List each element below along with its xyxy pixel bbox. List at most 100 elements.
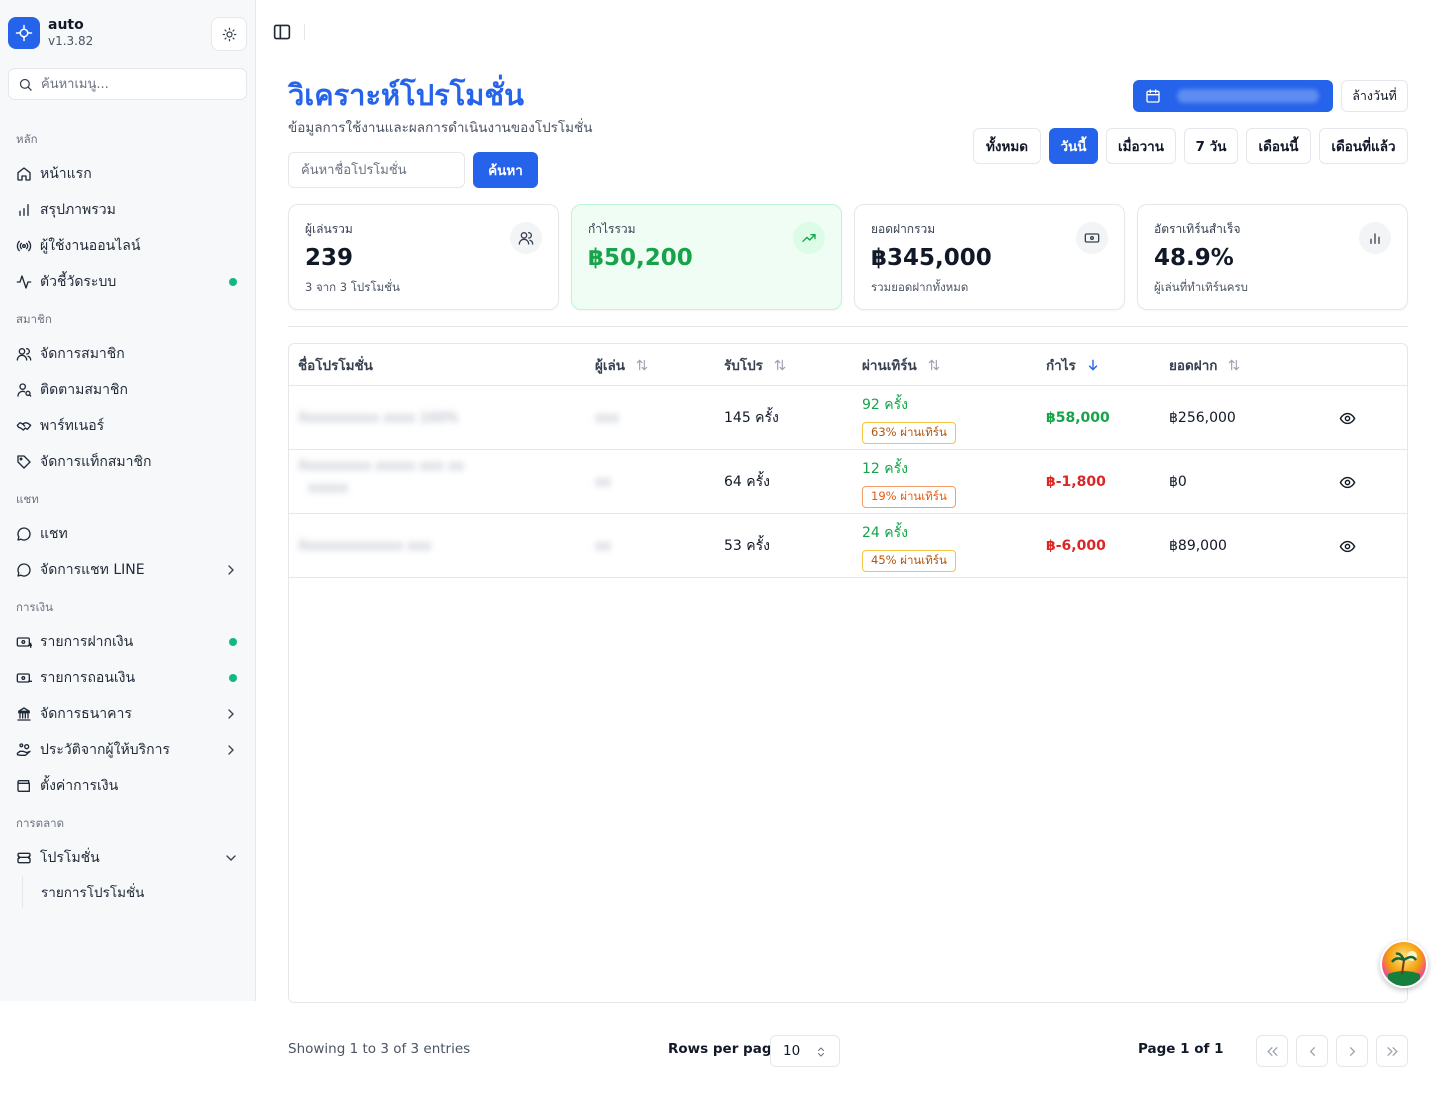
- nav-group-label: การเงิน: [16, 600, 54, 614]
- stat-label: ยอดฝากรวม: [871, 222, 936, 236]
- players-count-text: xxx: [595, 410, 619, 426]
- next-page-button[interactable]: [1336, 1035, 1368, 1067]
- rows-per-page-select[interactable]: 10: [770, 1035, 840, 1067]
- range-this-month-button[interactable]: เดือนนี้: [1246, 128, 1311, 164]
- sidebar-item-members[interactable]: จัดการสมาชิก: [0, 336, 256, 372]
- page-title: วิเคราะห์โปรโมชั่น: [288, 78, 524, 112]
- sort-icon: [636, 359, 648, 370]
- range-all-button[interactable]: ทั้งหมด: [973, 128, 1041, 164]
- column-header-profit[interactable]: กำไร: [1046, 344, 1100, 385]
- view-button[interactable]: [1339, 514, 1356, 578]
- search-button[interactable]: ค้นหา: [473, 152, 538, 188]
- hand-coins-icon: [16, 742, 32, 758]
- chevron-left-icon: [1309, 1046, 1315, 1056]
- column-header-turnover[interactable]: ผ่านเทิร์น: [862, 344, 941, 385]
- profit-value: ฿-1,800: [1046, 474, 1106, 490]
- chevron-down-icon: [226, 855, 236, 861]
- turnover-count: 12 ครั้ง: [862, 461, 908, 477]
- sidebar-item-provider-history[interactable]: ประวัติจากผู้ให้บริการ: [0, 732, 256, 768]
- divider: [288, 326, 1408, 327]
- range-7days-button[interactable]: 7 วัน: [1184, 128, 1238, 164]
- stat-label: อัตราเทิร์นสำเร็จ: [1154, 222, 1241, 236]
- sidebar-item-label: รายการถอนเงิน: [40, 670, 136, 686]
- sidebar-item-label: หน้าแรก: [40, 166, 92, 182]
- message-circle-icon: [16, 562, 32, 578]
- turnover-cell: 12 ครั้ง 19% ผ่านเทิร์น: [862, 458, 956, 508]
- range-today-button[interactable]: วันนี้: [1049, 128, 1098, 164]
- promotion-search-input[interactable]: [288, 152, 465, 188]
- table-row[interactable]: Xxxxxxxxxxxxx xxx xx 53 ครั้ง 24 ครั้ง 4…: [289, 514, 1407, 578]
- previous-page-button[interactable]: [1296, 1035, 1328, 1067]
- column-header-claims[interactable]: รับโปร: [724, 344, 787, 385]
- column-header-players[interactable]: ผู้เล่น: [595, 344, 649, 385]
- sort-icon: [774, 359, 786, 370]
- stat-description: รวมยอดฝากทั้งหมด: [871, 280, 969, 294]
- sidebar-item-deposits[interactable]: รายการฝากเงิน: [0, 624, 256, 660]
- sidebar-item-withdrawals[interactable]: รายการถอนเงิน: [0, 660, 256, 696]
- first-page-button[interactable]: [1256, 1035, 1288, 1067]
- view-button[interactable]: [1339, 386, 1356, 450]
- menu-search[interactable]: [8, 68, 247, 100]
- brand[interactable]: auto v1.3.82: [8, 17, 93, 49]
- sidebar-item-label: จัดการธนาคาร: [40, 706, 132, 722]
- sidebar-item-home[interactable]: หน้าแรก: [0, 156, 256, 192]
- sidebar-item-online-users[interactable]: ผู้ใช้งานออนไลน์: [0, 228, 256, 264]
- stat-label: ผู้เล่นรวม: [305, 222, 353, 236]
- players-count: xx: [595, 450, 611, 514]
- search-icon: [19, 78, 32, 91]
- sidebar-item-member-tags[interactable]: จัดการแท็กสมาชิก: [0, 444, 256, 480]
- sidebar-toggle-button[interactable]: [272, 23, 292, 41]
- rows-per-page-label: Rows per page: [668, 1041, 781, 1057]
- column-header-name[interactable]: ชื่อโปรโมชั่น: [298, 344, 373, 385]
- sort-icon: [1229, 359, 1240, 370]
- sidebar-item-promotions[interactable]: โปรโมชั่น: [0, 840, 256, 876]
- sidebar-item-overview[interactable]: สรุปภาพรวม: [0, 192, 256, 228]
- sidebar-item-finance-settings[interactable]: ตั้งค่าการเงิน: [0, 768, 256, 804]
- sidebar-subitem-promotion-list[interactable]: รายการโปรโมชั่น: [23, 876, 256, 908]
- sidebar-item-partners[interactable]: พาร์ทเนอร์: [0, 408, 256, 444]
- sidebar-item-label: พาร์ทเนอร์: [40, 418, 105, 434]
- sidebar-item-banks[interactable]: จัดการธนาคาร: [0, 696, 256, 732]
- calendar-icon: [1146, 89, 1160, 103]
- chevron-right-icon: [1349, 1046, 1355, 1056]
- table-row[interactable]: Xxxxxxxxxx xxxx 100% xxx 145 ครั้ง 92 คร…: [289, 386, 1407, 450]
- sort-desc-icon: [1088, 359, 1097, 371]
- sidebar-item-system-metrics[interactable]: ตัวชี้วัดระบบ: [0, 264, 256, 300]
- column-header-label: กำไร: [1046, 357, 1076, 374]
- sidebar-item-label: ผู้ใช้งานออนไลน์: [40, 238, 141, 254]
- stat-description: 3 จาก 3 โปรโมชั่น: [305, 280, 400, 294]
- panel-left-icon: [273, 24, 291, 40]
- page-subtitle: ข้อมูลการใช้งานและผลการดำเนินงานของโปรโม…: [288, 120, 593, 136]
- claims-count: 53 ครั้ง: [724, 538, 770, 554]
- turnover-cell: 92 ครั้ง 63% ผ่านเทิร์น: [862, 394, 956, 444]
- players-count-text: xx: [595, 538, 611, 554]
- sun-icon: [222, 27, 236, 41]
- date-range-picker[interactable]: [1133, 80, 1333, 112]
- range-last-month-button[interactable]: เดือนที่แล้ว: [1319, 128, 1408, 164]
- sidebar-item-chat[interactable]: แชท: [0, 516, 256, 552]
- sidebar-item-label: ตัวชี้วัดระบบ: [40, 274, 117, 290]
- trending-up-icon: [793, 222, 825, 254]
- clear-date-button[interactable]: ล้างวันที่: [1341, 80, 1408, 112]
- promotion-name-text: xxxxx: [308, 480, 348, 496]
- stat-value: 48.9%: [1154, 245, 1234, 271]
- column-header-deposit[interactable]: ยอดฝาก: [1169, 344, 1241, 385]
- bank-icon: [16, 706, 32, 722]
- app-version: v1.3.82: [48, 34, 94, 48]
- nav-group-label: การตลาด: [16, 816, 65, 830]
- sidebar-item-line-chat[interactable]: จัดการแชท LINE: [0, 552, 256, 588]
- view-button[interactable]: [1339, 450, 1356, 514]
- profit-value: ฿58,000: [1046, 410, 1110, 426]
- last-page-button[interactable]: [1376, 1035, 1408, 1067]
- floating-avatar[interactable]: [1380, 940, 1428, 988]
- theme-toggle-button[interactable]: [211, 17, 247, 51]
- range-yesterday-button[interactable]: เมื่อวาน: [1106, 128, 1176, 164]
- players-count: xx: [595, 514, 611, 578]
- claims-count: 64 ครั้ง: [724, 474, 770, 490]
- users-icon: [510, 222, 542, 254]
- sidebar-item-track-members[interactable]: ติดตามสมาชิก: [0, 372, 256, 408]
- menu-search-input[interactable]: [41, 76, 231, 92]
- palm-tree-icon: [1388, 951, 1420, 986]
- sidebar-item-label: จัดการแชท LINE: [40, 562, 145, 578]
- table-row[interactable]: Xxxxxxxxx xxxxx xxx xx xxxxx xx 64 ครั้ง…: [289, 450, 1407, 514]
